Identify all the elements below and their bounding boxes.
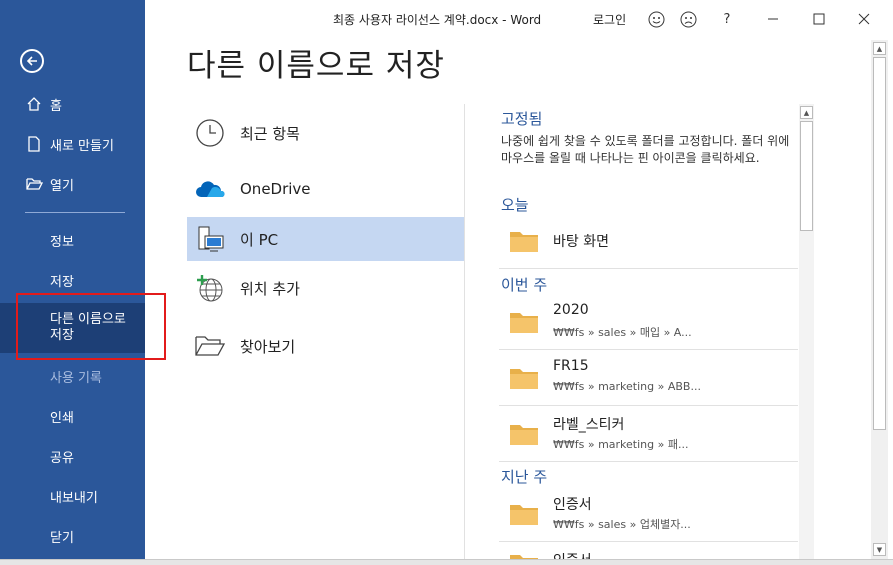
scroll-up-icon[interactable]: ▲ xyxy=(800,106,813,119)
folder-item[interactable]: 인증서 ₩₩fs » sales » 업체별자... xyxy=(499,486,798,542)
sidebar-item-label: 인쇄 xyxy=(50,410,74,426)
folder-name: 인증서 xyxy=(553,550,592,559)
folder-name: 2020 xyxy=(553,302,589,318)
sidebar-item-history: 사용 기록 xyxy=(0,358,145,394)
this-pc-icon xyxy=(192,224,228,254)
maximize-icon[interactable] xyxy=(810,10,828,28)
folder-path: ₩₩fs » marketing » 패... xyxy=(553,438,689,451)
folder-item[interactable]: 인증서 xyxy=(499,542,798,559)
folder-icon xyxy=(509,229,539,257)
open-folder-icon xyxy=(24,177,44,191)
backstage-sidebar: 홈 새로 만들기 열기 정보 저장 다른 이름으로 저장 사용 기록 인쇄 공유… xyxy=(0,0,145,565)
clock-icon xyxy=(192,118,228,148)
sidebar-item-label: 내보내기 xyxy=(50,490,98,506)
folder-item[interactable]: FR15 ₩₩fs » marketing » ABB... xyxy=(499,350,798,406)
folder-icon xyxy=(509,422,539,450)
folder-icon xyxy=(509,502,539,530)
folder-name: 바탕 화면 xyxy=(553,234,609,250)
last-week-header: 지난 주 xyxy=(501,468,548,486)
window-bottom-edge xyxy=(0,559,893,565)
scroll-up-icon[interactable]: ▲ xyxy=(873,42,886,55)
sidebar-item-label: 새로 만들기 xyxy=(50,138,114,154)
sidebar-item-label: 열기 xyxy=(50,178,74,194)
folder-name: 인증서 xyxy=(553,497,592,513)
sidebar-item-label: 사용 기록 xyxy=(50,370,102,386)
folder-item[interactable]: 바탕 화면 xyxy=(499,213,798,269)
folder-path: ₩₩fs » marketing » ABB... xyxy=(553,380,701,393)
folder-path: ₩₩fs » sales » 매입 » A... xyxy=(553,326,692,339)
folder-item[interactable]: 2020 ₩₩fs » sales » 매입 » A... xyxy=(499,294,798,350)
help-button[interactable]: ? xyxy=(718,10,736,28)
minimize-icon[interactable] xyxy=(764,10,782,28)
folder-name: 라벨_스티커 xyxy=(553,417,625,433)
location-label: 최근 항목 xyxy=(240,124,300,143)
pinned-header: 고정됨 xyxy=(501,110,543,128)
smile-feedback-icon[interactable] xyxy=(647,10,665,28)
window-title: 최종 사용자 라이선스 계약.docx - Word xyxy=(333,13,542,27)
page-scrollbar[interactable]: ▲ ▼ xyxy=(871,40,888,559)
location-this-pc[interactable]: 이 PC xyxy=(187,217,464,261)
sidebar-item-close[interactable]: 닫기 xyxy=(0,518,145,554)
location-label: 찾아보기 xyxy=(240,337,296,356)
sidebar-item-label: 홈 xyxy=(50,98,62,114)
location-add-place[interactable]: 위치 추가 xyxy=(187,266,464,310)
folder-name: FR15 xyxy=(553,358,589,374)
sidebar-item-share[interactable]: 공유 xyxy=(0,438,145,474)
location-label: OneDrive xyxy=(240,180,311,198)
location-browse[interactable]: 찾아보기 xyxy=(187,324,464,368)
title-bar: 최종 사용자 라이선스 계약.docx - Word 로그인 ? xyxy=(145,0,893,40)
close-icon[interactable] xyxy=(855,10,873,28)
folder-path: ₩₩fs » sales » 업체별자... xyxy=(553,518,691,531)
folder-item[interactable]: 라벨_스티커 ₩₩fs » marketing » 패... xyxy=(499,406,798,462)
this-week-header: 이번 주 xyxy=(501,276,548,294)
onedrive-cloud-icon xyxy=(192,179,228,199)
sidebar-item-print[interactable]: 인쇄 xyxy=(0,398,145,434)
today-header: 오늘 xyxy=(501,196,529,214)
new-document-icon xyxy=(24,136,44,152)
scroll-down-icon[interactable]: ▼ xyxy=(873,543,886,556)
signin-link[interactable]: 로그인 xyxy=(593,11,626,28)
location-label: 위치 추가 xyxy=(240,279,300,298)
column-divider xyxy=(464,104,465,565)
folder-icon xyxy=(509,310,539,338)
location-onedrive[interactable]: OneDrive xyxy=(187,167,464,211)
location-recent[interactable]: 최근 항목 xyxy=(187,111,464,155)
back-arrow-icon[interactable] xyxy=(20,49,44,73)
sidebar-item-label: 공유 xyxy=(50,450,74,466)
highlight-box xyxy=(16,293,166,360)
browse-folder-icon xyxy=(192,334,228,358)
frown-feedback-icon[interactable] xyxy=(679,10,697,28)
home-icon xyxy=(24,96,44,112)
sidebar-item-home[interactable]: 홈 xyxy=(0,86,145,122)
location-label: 이 PC xyxy=(240,230,279,249)
sidebar-divider xyxy=(25,212,125,213)
scroll-thumb[interactable] xyxy=(873,57,886,430)
folder-icon xyxy=(509,552,539,559)
sidebar-item-info[interactable]: 정보 xyxy=(0,222,145,258)
add-place-globe-icon xyxy=(192,273,228,303)
sidebar-item-label: 정보 xyxy=(50,234,74,250)
sidebar-item-open[interactable]: 열기 xyxy=(0,166,145,202)
folder-icon xyxy=(509,366,539,394)
sidebar-item-label: 닫기 xyxy=(50,530,74,546)
sidebar-item-new[interactable]: 새로 만들기 xyxy=(0,126,145,162)
page-title: 다른 이름으로 저장 xyxy=(187,48,445,84)
pinned-description: 나중에 쉽게 찾을 수 있도록 폴더를 고정합니다. 폴더 위에 마우스를 올릴… xyxy=(501,134,790,165)
sidebar-item-label: 저장 xyxy=(50,274,74,290)
scroll-thumb[interactable] xyxy=(800,121,813,231)
sidebar-item-export[interactable]: 내보내기 xyxy=(0,478,145,514)
recent-folders-scrollbar[interactable]: ▲ xyxy=(799,104,814,565)
